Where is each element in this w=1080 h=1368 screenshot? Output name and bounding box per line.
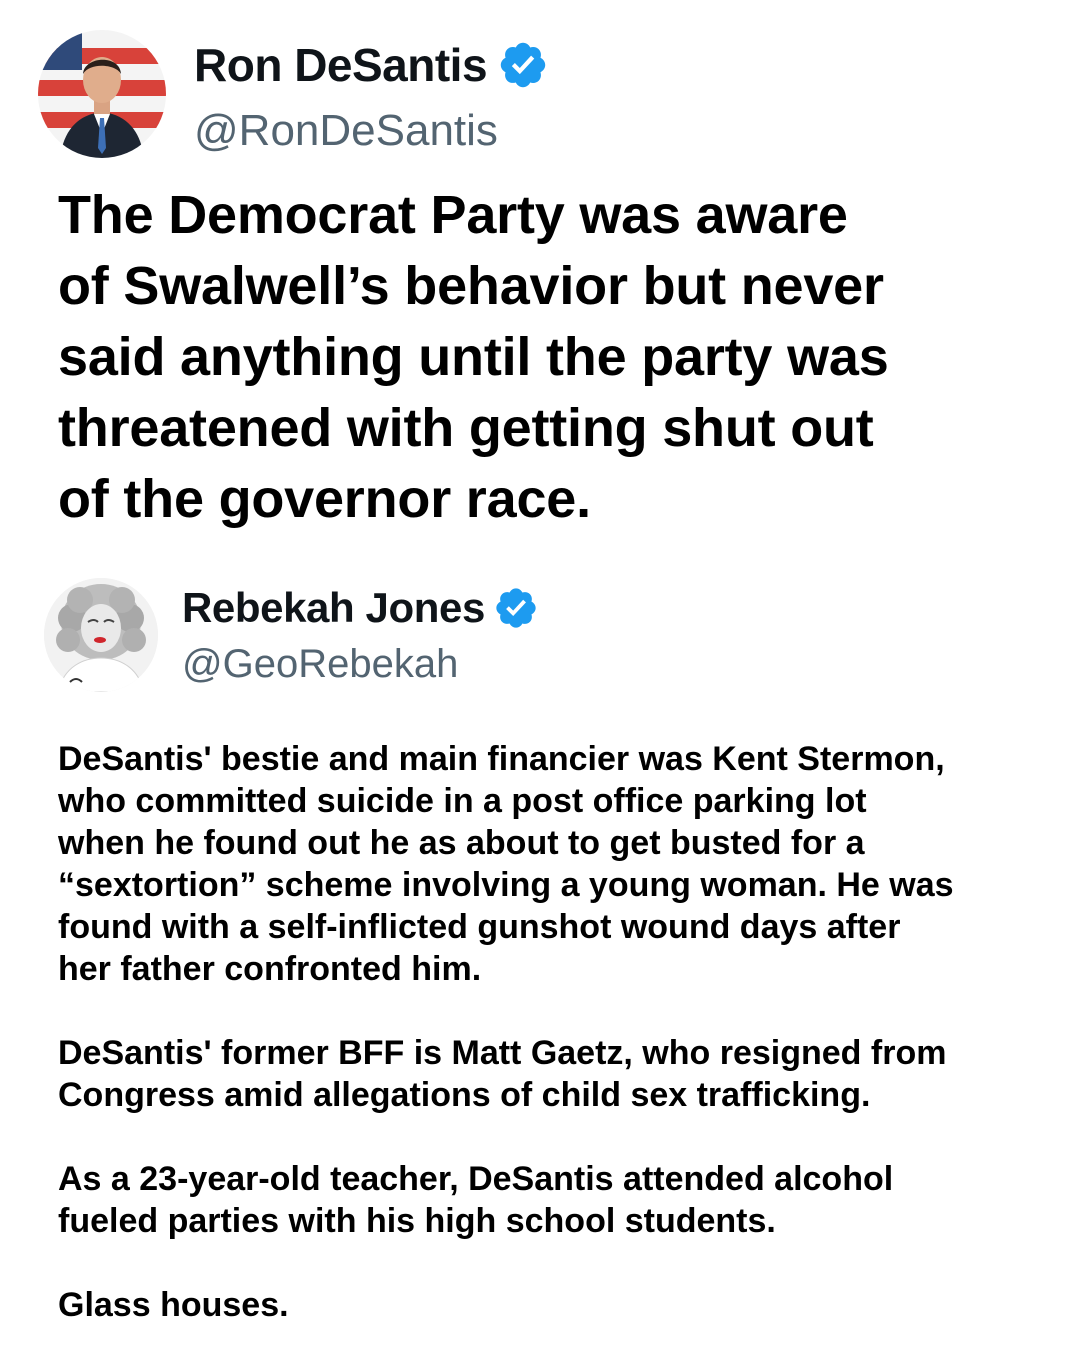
main-author-handle[interactable]: @RonDeSantis [194,106,549,156]
quoted-tweet-header: Rebekah Jones @GeoRebekah [44,578,539,692]
main-tweet-line: The Democrat Party was aware [58,185,848,245]
quoted-tweet-line: “sextortion” scheme involving a young wo… [58,866,954,904]
quoted-tweet-text: DeSantis' bestie and main financier was … [58,738,1058,1368]
quoted-tweet-line: her father confronted him. [58,950,482,988]
quoted-author-avatar[interactable] [44,578,158,692]
quoted-tweet-line: Glass houses. [58,1286,289,1324]
quoted-tweet-line: found with a self-inflicted gunshot woun… [58,908,901,946]
quoted-tweet-paragraph: As a 23-year-old teacher, DeSantis atten… [58,1158,1058,1242]
verified-badge-icon [497,39,549,91]
main-tweet-line: of Swalwell’s behavior but never [58,256,884,316]
main-tweet-line: of the governor race. [58,469,591,529]
quoted-tweet-paragraph: Glass houses. [58,1284,1058,1326]
quoted-tweet-line: DeSantis' bestie and main financier was … [58,740,945,778]
quoted-tweet-line: who committed suicide in a post office p… [58,782,867,820]
main-author-ident: Ron DeSantis @RonDeSantis [194,38,549,156]
quoted-tweet-paragraph: DeSantis' bestie and main financier was … [58,738,1058,990]
main-tweet-line: said anything until the party was [58,327,889,387]
quoted-tweet-line: fueled parties with his high school stud… [58,1202,776,1240]
verified-badge-icon [493,585,539,631]
quoted-tweet-line: when he found out he as about to get bus… [58,824,865,862]
quoted-author-name[interactable]: Rebekah Jones [182,584,485,632]
main-tweet-header: Ron DeSantis @RonDeSantis [38,30,549,158]
main-author-avatar[interactable] [38,30,166,158]
quoted-tweet-line: Congress amid allegations of child sex t… [58,1076,871,1114]
quoted-tweet-paragraph: DeSantis' former BFF is Matt Gaetz, who … [58,1032,1058,1116]
quoted-author-ident: Rebekah Jones @GeoRebekah [182,584,539,687]
quoted-tweet-line: DeSantis' former BFF is Matt Gaetz, who … [58,1034,947,1072]
quoted-author-name-row: Rebekah Jones [182,584,539,632]
main-author-name-row: Ron DeSantis [194,38,549,92]
main-tweet-text: The Democrat Party was aware of Swalwell… [58,180,1048,535]
main-author-name[interactable]: Ron DeSantis [194,38,488,92]
quoted-tweet-line: As a 23-year-old teacher, DeSantis atten… [58,1160,894,1198]
main-tweet-line: threatened with getting shut out [58,398,874,458]
quoted-author-handle[interactable]: @GeoRebekah [182,642,539,687]
